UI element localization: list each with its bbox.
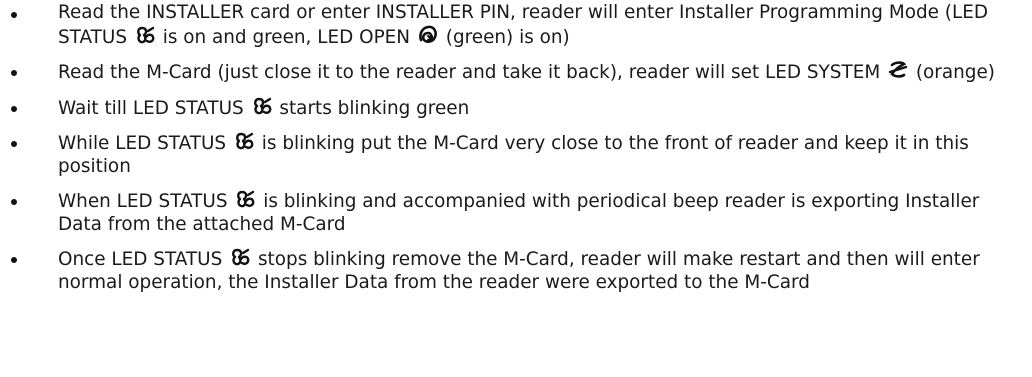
status-led-icon: [252, 96, 272, 116]
list-item: Once LED STATUS stops blinking remove th…: [0, 247, 1032, 294]
list-item-text: While LED STATUS: [58, 133, 232, 154]
bullet-icon: [11, 105, 17, 112]
status-led-icon: [230, 247, 250, 267]
bullet-icon: [11, 199, 17, 205]
list-item-text: starts blinking green: [273, 97, 470, 119]
list-item-text: Wait till LED STATUS: [58, 97, 250, 119]
open-led-icon: [418, 25, 438, 45]
list-item-text: is on and green, LED OPEN: [156, 26, 416, 48]
system-led-icon: [888, 60, 908, 80]
list-item-text: When LED STATUS: [58, 191, 234, 212]
document-page: Read the INSTALLER card or enter INSTALL…: [0, 0, 1032, 377]
list-item: When LED STATUS is blinking and accompan…: [0, 189, 1032, 236]
procedure-bullet-list: Read the INSTALLER card or enter INSTALL…: [0, 2, 1032, 294]
bullet-icon: [11, 257, 17, 263]
status-led-icon: [234, 131, 254, 151]
list-item-text: Read the M-Card (just close it to the re…: [58, 62, 887, 83]
list-item: Read the INSTALLER card or enter INSTALL…: [0, 2, 1032, 49]
bullet-icon: [11, 12, 17, 18]
list-item: Read the M-Card (just close it to the re…: [0, 60, 1032, 85]
list-item-text: Once LED STATUS: [58, 249, 229, 270]
status-led-icon: [235, 189, 255, 209]
list-item: While LED STATUS is blinking put the M-C…: [0, 131, 1032, 178]
bullet-icon: [11, 141, 17, 147]
list-item: Wait till LED STATUS starts blinking gre…: [0, 96, 1032, 121]
list-item-text: (green) is on): [439, 26, 570, 48]
list-item-text: (orange): [910, 62, 995, 83]
bullet-icon: [11, 70, 17, 76]
status-led-icon: [135, 25, 155, 45]
